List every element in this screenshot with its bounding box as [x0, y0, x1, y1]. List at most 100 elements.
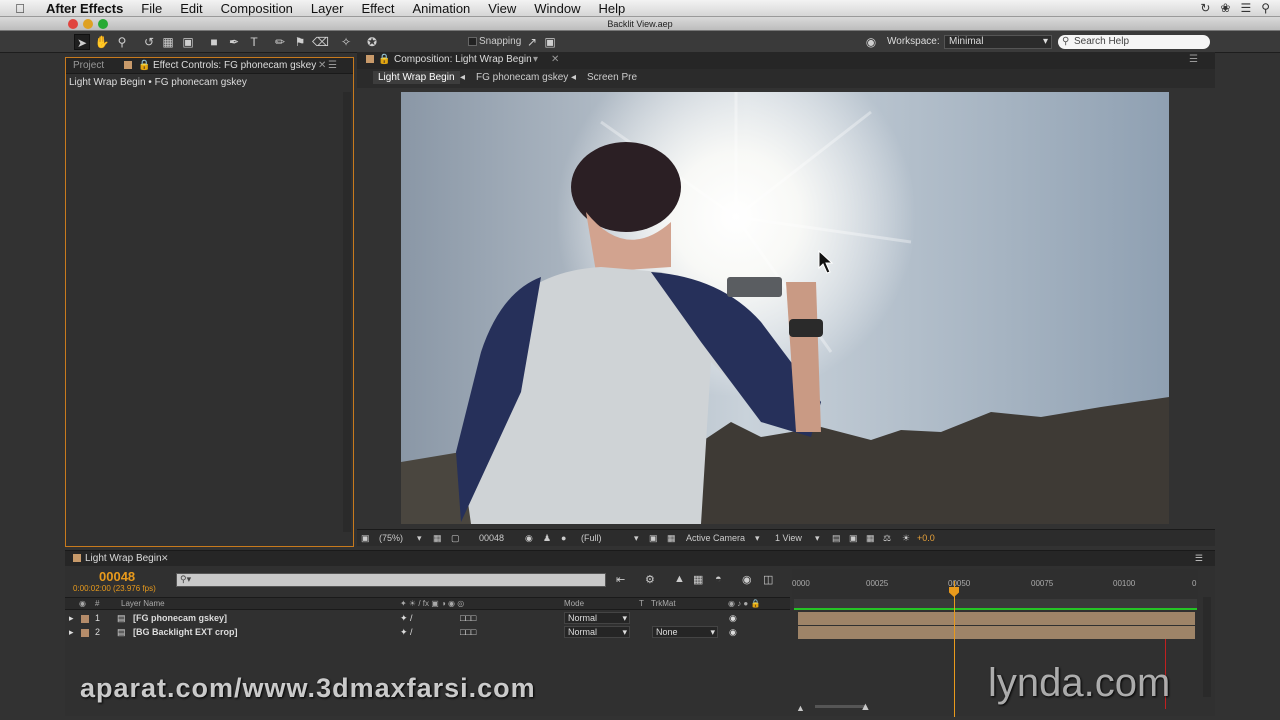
tab-project[interactable]: Project: [73, 60, 104, 71]
current-frame-field[interactable]: 00048: [479, 533, 504, 543]
always-preview-icon[interactable]: ▣: [361, 533, 370, 544]
comp-mini-flowchart-icon[interactable]: ⇤: [616, 573, 625, 586]
selection-tool-icon[interactable]: ➤: [74, 34, 90, 50]
layer-name[interactable]: [FG phonecam gskey]: [133, 613, 227, 623]
camera-tool-icon[interactable]: ▦: [160, 34, 176, 50]
pan-behind-tool-icon[interactable]: ▣: [180, 34, 196, 50]
layer-row-2[interactable]: ▸ 2 ▤ [BG Backlight EXT crop] ✦ / □□□ No…: [65, 626, 790, 640]
toggle-pixel-aspect-icon[interactable]: ▤: [832, 533, 841, 544]
minimize-window-icon[interactable]: [83, 19, 93, 29]
safe-zones-icon[interactable]: ▦: [433, 533, 442, 544]
layer-mode-select[interactable]: Normal ▾: [564, 626, 630, 638]
time-ruler[interactable]: 0000 00025 00050 00075 00100 0: [792, 569, 1198, 599]
lock-icon[interactable]: 🔒: [138, 60, 150, 71]
panel-menu-icon[interactable]: ☰: [328, 60, 337, 71]
menu-edit[interactable]: Edit: [171, 0, 211, 17]
comp-tab-close-icon[interactable]: ✕: [551, 54, 559, 65]
tab-effect-controls[interactable]: Effect Controls: FG phonecam gskey: [153, 60, 316, 71]
zoom-tool-icon[interactable]: ⚲: [114, 34, 130, 50]
shy-layers-icon[interactable]: ▲: [674, 573, 685, 585]
type-tool-icon[interactable]: T: [246, 34, 262, 50]
timeline-tab-close-icon[interactable]: ✕: [161, 553, 169, 564]
roto-brush-tool-icon[interactable]: ✧: [338, 34, 354, 50]
layer-mode-select[interactable]: Normal ▾: [564, 612, 630, 624]
list-icon[interactable]: ☰: [1240, 1, 1251, 15]
close-window-icon[interactable]: [68, 19, 78, 29]
layer-label-swatch[interactable]: [81, 615, 89, 623]
graph-editor-icon[interactable]: ◉: [742, 573, 752, 586]
comp-lock-icon[interactable]: 🔒: [378, 54, 390, 65]
brush-tool-icon[interactable]: ✏: [272, 34, 288, 50]
menu-window[interactable]: Window: [525, 0, 589, 17]
channel-icon[interactable]: ●: [561, 533, 566, 543]
snap-edges-icon[interactable]: ↗: [524, 34, 540, 50]
zoom-in-icon[interactable]: ▲: [860, 701, 871, 713]
layer-label-swatch[interactable]: [81, 629, 89, 637]
header-layer-name[interactable]: Layer Name: [121, 599, 165, 608]
workspace-select[interactable]: Minimal ▾: [944, 35, 1052, 49]
current-time-display[interactable]: 00048: [99, 569, 135, 584]
menu-animation[interactable]: Animation: [403, 0, 479, 17]
layer-2-duration-bar[interactable]: [798, 626, 1195, 639]
exposure-value[interactable]: +0.0: [917, 533, 935, 543]
resolution-select[interactable]: (Full): [581, 533, 602, 543]
expand-layer-icon[interactable]: ▸: [69, 613, 74, 624]
snap-features-icon[interactable]: ▣: [542, 34, 558, 50]
zoom-out-icon[interactable]: ▲: [796, 703, 805, 713]
snapshot-icon[interactable]: ◉: [525, 533, 533, 544]
layer-switches-icon[interactable]: ✦ /: [400, 613, 413, 624]
snapping-checkbox[interactable]: [468, 37, 477, 46]
search-help-field[interactable]: ⚲ Search Help: [1058, 35, 1210, 49]
nav-light-wrap-begin[interactable]: Light Wrap Begin: [373, 71, 460, 84]
transparency-grid-icon[interactable]: ▦: [667, 533, 676, 544]
timeline-scrollbar[interactable]: [1203, 597, 1211, 697]
nav-screen-pre[interactable]: Screen Pre: [587, 72, 637, 83]
show-snapshot-icon[interactable]: ♟: [543, 533, 551, 544]
video-visibility-icon[interactable]: ◉: [729, 613, 737, 624]
apple-icon[interactable]: : [0, 1, 40, 16]
zoom-window-icon[interactable]: [98, 19, 108, 29]
flowchart-icon[interactable]: ⚖: [883, 533, 891, 544]
fast-previews-icon[interactable]: ▣: [849, 533, 858, 544]
creative-cloud-icon[interactable]: ❀: [1220, 1, 1230, 15]
video-visibility-icon[interactable]: ◉: [729, 627, 737, 638]
expand-layer-icon[interactable]: ▸: [69, 627, 74, 638]
reset-exposure-icon[interactable]: ☀: [902, 533, 910, 544]
nav-fg-phonecam[interactable]: FG phonecam gskey: [476, 72, 568, 83]
composition-viewer[interactable]: [401, 92, 1169, 524]
menu-file[interactable]: File: [132, 0, 171, 17]
comp-panel-menu-icon[interactable]: ☰: [1189, 54, 1198, 65]
graph-editor-toggle-icon[interactable]: ◫: [763, 573, 773, 586]
eraser-tool-icon[interactable]: ⌫: [312, 34, 329, 50]
view-layout-select[interactable]: 1 View: [775, 533, 802, 543]
puppet-pin-tool-icon[interactable]: ✪: [364, 34, 380, 50]
timeline-search-field[interactable]: ⚲▾: [176, 573, 606, 587]
spotlight-search-icon[interactable]: ⚲: [1261, 1, 1270, 15]
draft-3d-icon[interactable]: ⚙: [645, 573, 655, 586]
close-tab-icon[interactable]: ✕: [318, 60, 326, 71]
clone-stamp-tool-icon[interactable]: ⚑: [292, 34, 308, 50]
menu-effect[interactable]: Effect: [352, 0, 403, 17]
layer-switches-icon[interactable]: ✦ /: [400, 627, 413, 638]
menu-app-name[interactable]: After Effects: [40, 0, 132, 17]
current-time-indicator[interactable]: [954, 581, 955, 717]
timeline-icon[interactable]: ▦: [866, 533, 875, 544]
magnification-select[interactable]: (75%): [379, 533, 403, 543]
menu-view[interactable]: View: [479, 0, 525, 17]
menu-layer[interactable]: Layer: [302, 0, 353, 17]
layer-row-1[interactable]: ▸ 1 ▤ [FG phonecam gskey] ✦ / □□□ Normal…: [65, 612, 790, 626]
layer-name[interactable]: [BG Backlight EXT crop]: [133, 627, 238, 637]
pen-tool-icon[interactable]: ✒: [226, 34, 242, 50]
camera-view-select[interactable]: Active Camera: [686, 533, 745, 543]
region-of-interest-icon[interactable]: ▣: [649, 533, 658, 544]
menu-composition[interactable]: Composition: [212, 0, 302, 17]
hand-tool-icon[interactable]: ✋: [94, 34, 110, 50]
rectangle-tool-icon[interactable]: ■: [206, 34, 222, 50]
timeline-panel-menu-icon[interactable]: ☰: [1195, 553, 1203, 564]
zoom-slider[interactable]: [815, 705, 865, 708]
layer-switch-boxes-icon[interactable]: □□□: [460, 627, 476, 637]
comp-tab-dropdown-icon[interactable]: ▾: [533, 54, 538, 65]
left-panel-scrollbar[interactable]: [343, 92, 351, 532]
layer-switch-boxes-icon[interactable]: □□□: [460, 613, 476, 623]
layer-trkmat-select[interactable]: None ▾: [652, 626, 718, 638]
